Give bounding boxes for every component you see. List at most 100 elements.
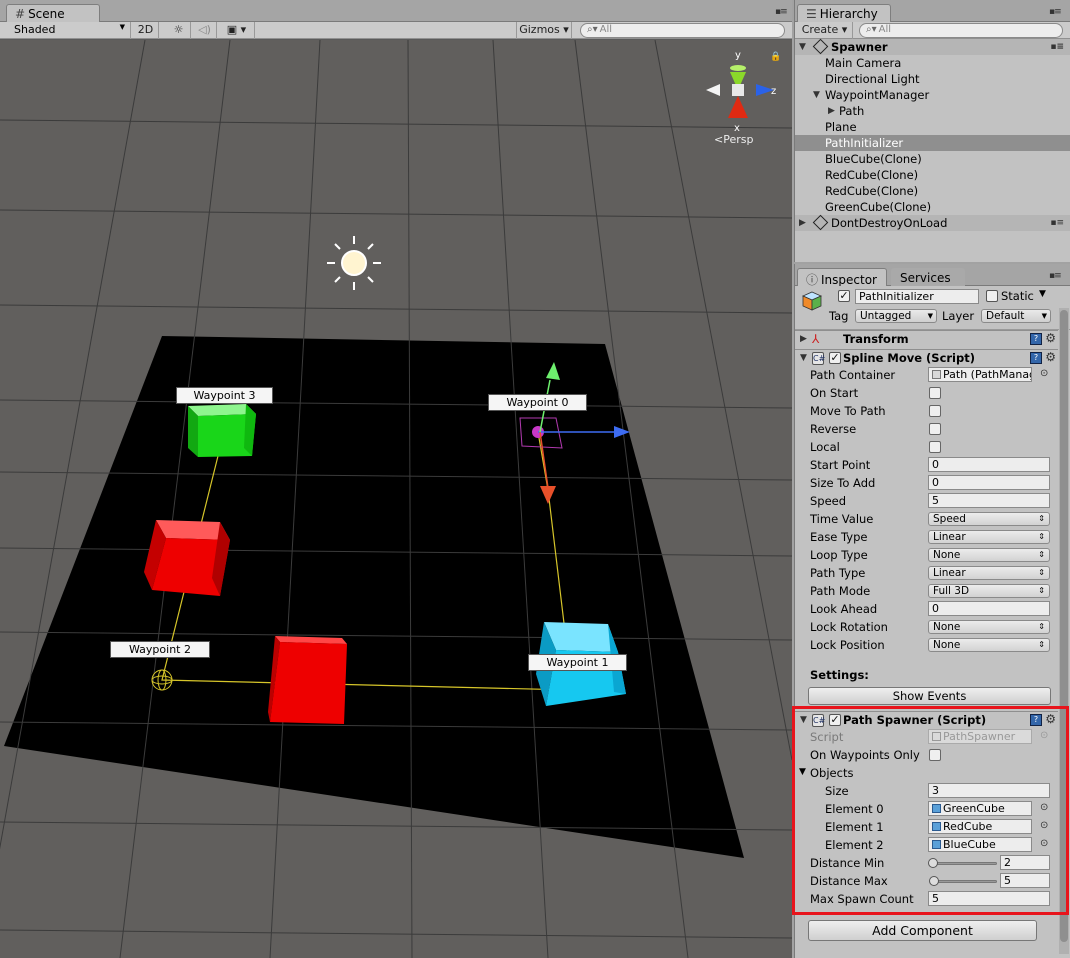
- hierarchy-item-selected[interactable]: PathInitializer: [795, 135, 1070, 151]
- static-checkbox[interactable]: [986, 290, 998, 302]
- lock-position-select[interactable]: None ⇕: [928, 638, 1050, 652]
- scrollbar-thumb[interactable]: [1060, 310, 1068, 942]
- gizmos-dropdown[interactable]: Gizmos ▾: [516, 22, 572, 39]
- size-field[interactable]: 3: [928, 783, 1050, 798]
- foldout-closed-icon[interactable]: ▶: [800, 334, 807, 344]
- scene-menu-icon[interactable]: ▪≡: [1050, 39, 1064, 55]
- distance-min-slider-thumb[interactable]: [928, 858, 938, 868]
- tab-scene[interactable]: # Scene: [6, 4, 100, 22]
- foldout-closed-icon[interactable]: ▶: [799, 215, 806, 231]
- start-point-field[interactable]: 0: [928, 457, 1050, 472]
- object-picker-icon[interactable]: ⊙: [1040, 802, 1048, 813]
- hierarchy-item[interactable]: RedCube(Clone): [795, 183, 1070, 199]
- lock-rotation-select[interactable]: None ⇕: [928, 620, 1050, 634]
- object-picker-icon[interactable]: ⊙: [1040, 820, 1048, 831]
- path-mode-select[interactable]: Full 3D ⇕: [928, 584, 1050, 598]
- distance-max-field[interactable]: 5: [1000, 873, 1050, 888]
- element-1-field[interactable]: RedCube: [928, 819, 1032, 834]
- hierarchy-item[interactable]: ▶ Path: [795, 103, 1070, 119]
- element-2-field[interactable]: BlueCube: [928, 837, 1032, 852]
- transform-header[interactable]: ▶ ⅄ Transform ? ⚙: [795, 330, 1058, 348]
- hierarchy-tabbar: ☰ Hierarchy ▪≡: [795, 0, 1070, 22]
- hierarchy-item[interactable]: GreenCube(Clone): [795, 199, 1070, 215]
- scene-menu-icon[interactable]: ▪≡: [1050, 215, 1064, 231]
- inspector-menu-icon[interactable]: ▪≡: [1049, 271, 1062, 281]
- scene-canvas[interactable]: y z x: [0, 40, 792, 958]
- shading-mode-dropdown[interactable]: Shaded ▼: [0, 22, 131, 39]
- objects-foldout[interactable]: ▼ Objects: [799, 766, 853, 780]
- spline-move-header[interactable]: ▼ C# ✓ Spline Move (Script) ? ⚙: [795, 349, 1058, 367]
- lighting-toggle-icon[interactable]: ☼: [167, 22, 191, 39]
- scene-panel: # Scene ▪≡ Shaded ▼ 2D ☼ ◁) ▣ ▾ Gizmos ▾ …: [0, 0, 792, 958]
- active-checkbox[interactable]: ✓: [838, 290, 850, 302]
- hierarchy-item[interactable]: RedCube(Clone): [795, 167, 1070, 183]
- create-dropdown[interactable]: Create ▾: [797, 22, 853, 39]
- hierarchy-item[interactable]: BlueCube(Clone): [795, 151, 1070, 167]
- foldout-open-icon[interactable]: ▼: [800, 353, 807, 363]
- reverse-checkbox[interactable]: [929, 423, 941, 435]
- object-picker-icon[interactable]: ⊙: [1040, 838, 1048, 849]
- speed-field[interactable]: 5: [928, 493, 1050, 508]
- lock-icon[interactable]: 🔒: [770, 52, 781, 62]
- scene-dontdestroyonload[interactable]: ▶ DontDestroyOnLoad ▪≡: [795, 214, 1070, 231]
- foldout-open-icon[interactable]: ▼: [800, 715, 807, 725]
- transform-title: Transform: [843, 332, 909, 346]
- distance-max-slider-thumb[interactable]: [929, 876, 939, 886]
- scene-search-input[interactable]: ⌕▾ All: [580, 23, 785, 38]
- element-0-field[interactable]: GreenCube: [928, 801, 1032, 816]
- help-icon[interactable]: ?: [1030, 333, 1042, 345]
- scene-viewport[interactable]: y z x Waypoint 3 Waypoint 0 Waypoint 2 W…: [0, 40, 792, 958]
- max-spawn-count-field[interactable]: 5: [928, 891, 1050, 906]
- add-component-button[interactable]: Add Component: [808, 920, 1037, 941]
- hierarchy-item[interactable]: Main Camera: [795, 55, 1070, 71]
- hierarchy-item[interactable]: Plane: [795, 119, 1070, 135]
- gear-icon[interactable]: ⚙: [1045, 331, 1056, 345]
- panel-menu-icon[interactable]: ▪≡: [775, 7, 788, 17]
- path-spawner-enabled-checkbox[interactable]: ✓: [829, 714, 841, 726]
- on-start-checkbox[interactable]: [929, 387, 941, 399]
- object-name-field[interactable]: PathInitializer: [855, 289, 979, 304]
- layer-dropdown[interactable]: Default ▼: [981, 309, 1051, 323]
- toggle-2d-button[interactable]: 2D: [133, 22, 159, 39]
- gear-icon[interactable]: ⚙: [1045, 350, 1056, 364]
- tab-services[interactable]: Services: [891, 268, 965, 286]
- local-checkbox[interactable]: [929, 441, 941, 453]
- hierarchy-item[interactable]: ▼ WaypointManager: [795, 87, 1070, 103]
- object-picker-icon: ⊙: [1040, 730, 1049, 741]
- ease-type-select[interactable]: Linear ⇕: [928, 530, 1050, 544]
- look-ahead-field[interactable]: 0: [928, 601, 1050, 616]
- hierarchy-item[interactable]: Directional Light: [795, 71, 1070, 87]
- spline-move-enabled-checkbox[interactable]: ✓: [829, 352, 841, 364]
- scene-spawner[interactable]: ▼ Spawner ▪≡: [795, 38, 1070, 55]
- foldout-open-icon[interactable]: ▼: [813, 87, 820, 103]
- show-events-button[interactable]: Show Events: [808, 687, 1051, 705]
- audio-toggle-icon[interactable]: ◁): [193, 22, 217, 39]
- on-waypoints-only-checkbox[interactable]: [929, 749, 941, 761]
- size-to-add-field[interactable]: 0: [928, 475, 1050, 490]
- path-type-select[interactable]: Linear ⇕: [928, 566, 1050, 580]
- loop-type-select[interactable]: None ⇕: [928, 548, 1050, 562]
- help-icon[interactable]: ?: [1030, 352, 1042, 364]
- foldout-closed-icon[interactable]: ▶: [828, 103, 835, 119]
- help-icon[interactable]: ?: [1030, 714, 1042, 726]
- tab-hierarchy[interactable]: ☰ Hierarchy: [797, 4, 891, 22]
- hierarchy-item-label: Main Camera: [825, 56, 902, 70]
- distance-max-slider[interactable]: [933, 880, 997, 883]
- distance-min-slider[interactable]: [933, 862, 997, 865]
- tag-dropdown[interactable]: Untagged ▼: [855, 309, 937, 323]
- static-dropdown-icon[interactable]: ▼: [1039, 289, 1046, 299]
- path-container-field[interactable]: Path (PathManager): [928, 367, 1032, 382]
- inspector-scrollbar[interactable]: [1059, 308, 1069, 954]
- effects-dropdown-icon[interactable]: ▣ ▾: [219, 22, 255, 39]
- persp-toggle[interactable]: <Persp: [714, 133, 753, 146]
- path-spawner-header[interactable]: ▼ C# ✓ Path Spawner (Script) ? ⚙: [795, 711, 1058, 729]
- tab-inspector[interactable]: ⓘ Inspector: [797, 268, 887, 287]
- object-picker-icon[interactable]: ⊙: [1040, 368, 1048, 379]
- hierarchy-menu-icon[interactable]: ▪≡: [1049, 7, 1062, 17]
- time-value-select[interactable]: Speed ⇕: [928, 512, 1050, 526]
- hierarchy-search-input[interactable]: ⌕▾ All: [859, 23, 1063, 38]
- distance-min-field[interactable]: 2: [1000, 855, 1050, 870]
- tab-scene-label: Scene: [28, 7, 65, 21]
- gear-icon[interactable]: ⚙: [1045, 712, 1056, 726]
- move-to-path-checkbox[interactable]: [929, 405, 941, 417]
